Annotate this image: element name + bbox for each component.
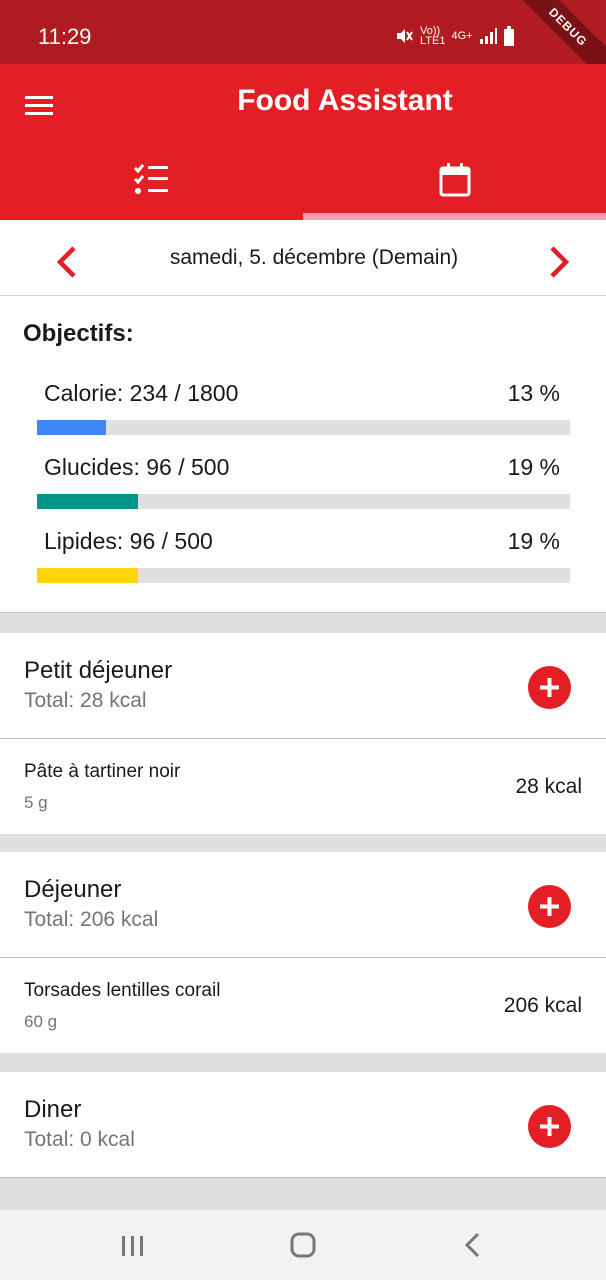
- food-item[interactable]: Torsades lentilles corail 60 g 206 kcal: [0, 958, 606, 1053]
- progress-track: [37, 568, 570, 583]
- plus-icon: [540, 897, 559, 916]
- meal-header-lunch: Déjeuner Total: 206 kcal: [0, 852, 606, 958]
- app-title: Food Assistant: [237, 84, 453, 117]
- progress-fill: [37, 494, 139, 509]
- food-name: Pâte à tartiner noir: [24, 761, 181, 782]
- goal-calorie: Calorie: 234 / 1800 13 %: [0, 380, 606, 450]
- battery-icon: [503, 26, 514, 46]
- mute-icon: [397, 29, 413, 43]
- signal-label: 4G+: [451, 30, 473, 42]
- add-food-button[interactable]: [528, 885, 571, 928]
- goal-label: Glucides: 96 / 500: [44, 454, 230, 480]
- calendar-icon: [439, 163, 470, 197]
- objectives-title: Objectifs:: [23, 320, 134, 347]
- meal-total: Total: 0 kcal: [24, 1128, 135, 1151]
- tab-calendar[interactable]: [303, 150, 606, 220]
- back-icon: [464, 1232, 480, 1258]
- tab-indicator: [303, 213, 606, 220]
- tab-checklist[interactable]: [0, 150, 303, 220]
- food-kcal: 206 kcal: [503, 994, 582, 1017]
- goal-lipides: Lipides: 96 / 500 19 %: [0, 528, 606, 598]
- add-food-button[interactable]: [528, 666, 571, 709]
- plus-icon: [540, 678, 559, 697]
- status-time: 11:29: [38, 24, 92, 49]
- chevron-right-icon: [550, 246, 570, 278]
- goal-percent: 19 %: [507, 528, 560, 554]
- food-quantity: 5 g: [24, 793, 48, 812]
- meal-total: Total: 206 kcal: [24, 908, 159, 931]
- meal-name: Diner: [24, 1096, 82, 1123]
- next-day-button[interactable]: [540, 242, 580, 282]
- food-item[interactable]: Pâte à tartiner noir 5 g 28 kcal: [0, 739, 606, 834]
- system-navigation-bar: [0, 1210, 606, 1280]
- meal-header-breakfast: Petit déjeuner Total: 28 kcal: [0, 633, 606, 739]
- home-icon: [290, 1232, 316, 1258]
- back-button[interactable]: [456, 1228, 490, 1262]
- checklist-icon: [133, 164, 168, 194]
- meal-header-dinner: Diner Total: 0 kcal: [0, 1072, 606, 1178]
- status-icons: Vo)) LTE1 4G+: [394, 26, 515, 47]
- recents-button[interactable]: [116, 1228, 150, 1262]
- food-kcal: 28 kcal: [515, 775, 582, 798]
- signal-icon: [479, 28, 497, 44]
- meal-total: Total: 28 kcal: [24, 689, 147, 712]
- date-navigation: samedi, 5. décembre (Demain): [0, 220, 606, 296]
- meal-name: Petit déjeuner: [24, 657, 173, 684]
- status-bar: 11:29 Vo)) LTE1 4G+ DEBUG: [0, 0, 606, 86]
- goal-label: Calorie: 234 / 1800: [44, 380, 239, 406]
- objectives-card: Objectifs: Calorie: 234 / 1800 13 % Gluc…: [0, 296, 606, 613]
- progress-fill: [37, 420, 107, 435]
- food-quantity: 60 g: [24, 1012, 58, 1031]
- progress-track: [37, 420, 570, 435]
- food-name: Torsades lentilles corail: [24, 980, 221, 1001]
- recents-icon: [122, 1236, 143, 1256]
- meal-name: Déjeuner: [24, 876, 122, 903]
- home-button[interactable]: [286, 1228, 320, 1262]
- app-bar: Food Assistant: [0, 64, 606, 220]
- add-food-button[interactable]: [528, 1105, 571, 1148]
- progress-fill: [37, 568, 139, 583]
- goal-label: Lipides: 96 / 500: [44, 528, 213, 554]
- goal-percent: 19 %: [507, 454, 560, 480]
- progress-track: [37, 494, 570, 509]
- plus-icon: [540, 1117, 559, 1136]
- network-label-bottom: LTE1: [420, 35, 446, 47]
- current-date: samedi, 5. décembre (Demain): [169, 246, 459, 269]
- goal-percent: 13 %: [507, 380, 560, 406]
- goal-glucides: Glucides: 96 / 500 19 %: [0, 454, 606, 524]
